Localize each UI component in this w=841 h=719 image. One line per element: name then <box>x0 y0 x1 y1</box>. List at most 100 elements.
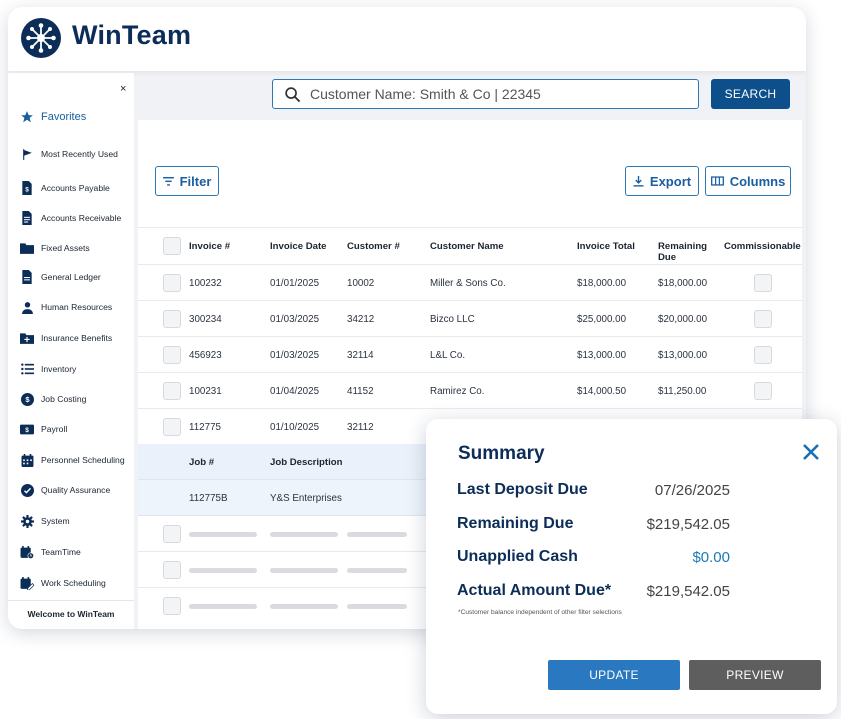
customer-number: 32114 <box>347 350 374 361</box>
document-icon <box>20 211 34 225</box>
invoice-total: $18,000.00 <box>577 278 627 289</box>
invoice-number: 300234 <box>189 314 222 325</box>
sidebar-item-inventory[interactable]: Inventory <box>20 359 76 379</box>
sidebar-item-label: Human Resources <box>41 302 113 312</box>
sidebar-item-fixed-assets[interactable]: Fixed Assets <box>20 238 90 258</box>
gear-icon <box>20 514 34 528</box>
filter-label: Filter <box>179 173 212 189</box>
filter-button[interactable]: Filter <box>155 166 219 196</box>
sidebar-item-label: Payroll <box>41 424 68 434</box>
invoice-date: 01/03/2025 <box>270 314 320 325</box>
remaining-due-label: Remaining Due <box>457 515 574 532</box>
invoice-date: 01/03/2025 <box>270 350 320 361</box>
download-icon <box>633 175 644 187</box>
commissionable-checkbox[interactable] <box>754 310 772 328</box>
skeleton-bar <box>270 532 338 537</box>
sidebar-item-most-recently-used[interactable]: Most Recently Used <box>20 144 118 164</box>
sidebar-favorites[interactable]: Favorites <box>20 107 86 127</box>
last-deposit-due-value: 07/26/2025 <box>654 482 730 499</box>
close-icon[interactable] <box>802 443 820 461</box>
row-checkbox[interactable] <box>163 310 181 328</box>
column-header-invoice[interactable]: Invoice # <box>189 241 230 252</box>
column-header-job-description[interactable]: Job Description <box>270 457 343 468</box>
sidebar-item-work-scheduling[interactable]: Work Scheduling <box>20 573 106 593</box>
skeleton-bar <box>189 532 257 537</box>
customer-name: Ramirez Co. <box>430 386 485 397</box>
sidebar-close-icon[interactable]: × <box>120 83 126 95</box>
sidebar-item-system[interactable]: System <box>20 511 70 531</box>
customer-name: L&L Co. <box>430 350 466 361</box>
unapplied-cash-value[interactable]: $0.00 <box>692 549 730 566</box>
remaining-due: $18,000.00 <box>658 278 708 289</box>
summary-title: Summary <box>458 443 545 464</box>
invoice-total: $13,000.00 <box>577 350 627 361</box>
search-button[interactable]: SEARCH <box>711 79 790 109</box>
flag-icon <box>20 147 34 161</box>
sidebar-divider <box>8 600 134 601</box>
skeleton-bar <box>347 532 407 537</box>
sidebar-item-accounts-payable[interactable]: $ Accounts Payable <box>20 178 110 198</box>
sidebar-item-payroll[interactable]: $ Payroll <box>20 419 67 439</box>
row-checkbox[interactable] <box>163 346 181 364</box>
list-icon <box>20 362 34 376</box>
invoice-total: $25,000.00 <box>577 314 627 325</box>
search-input[interactable] <box>310 86 680 102</box>
column-header-customer-number[interactable]: Customer # <box>347 241 400 252</box>
sidebar-item-human-resources[interactable]: Human Resources <box>20 297 112 317</box>
commissionable-checkbox[interactable] <box>754 274 772 292</box>
folder-plus-icon <box>20 331 34 345</box>
row-checkbox[interactable] <box>163 561 181 579</box>
export-button[interactable]: Export <box>625 166 699 196</box>
sidebar-item-label: Accounts Payable <box>41 183 110 193</box>
columns-button[interactable]: Columns <box>705 166 791 196</box>
select-all-checkbox[interactable] <box>163 237 181 255</box>
dollar-file-icon: $ <box>20 181 34 195</box>
person-icon <box>20 300 34 314</box>
table-row[interactable]: 100232 01/01/2025 10002 Miller & Sons Co… <box>138 265 802 301</box>
commissionable-checkbox[interactable] <box>754 382 772 400</box>
column-header-invoice-date[interactable]: Invoice Date <box>270 241 327 252</box>
column-header-job-number[interactable]: Job # <box>189 457 214 468</box>
customer-number: 32112 <box>347 422 374 433</box>
invoice-number: 100231 <box>189 386 222 397</box>
actual-amount-due-value: $219,542.05 <box>646 583 730 600</box>
sidebar-item-personnel-scheduling[interactable]: Personnel Scheduling <box>20 450 125 470</box>
sidebar-item-job-costing[interactable]: $ Job Costing <box>20 389 86 409</box>
row-checkbox[interactable] <box>163 382 181 400</box>
ledger-icon <box>20 270 34 284</box>
sidebar-item-accounts-receivable[interactable]: Accounts Receivable <box>20 208 121 228</box>
folder-icon <box>20 241 34 255</box>
summary-footnote: *Customer balance independent of other f… <box>458 609 622 616</box>
columns-icon <box>710 176 724 186</box>
skeleton-bar <box>189 568 257 573</box>
column-header-invoice-total[interactable]: Invoice Total <box>577 241 635 252</box>
skeleton-bar <box>189 604 257 609</box>
row-checkbox[interactable] <box>163 274 181 292</box>
top-bar: WinTeam <box>8 7 806 71</box>
table-row[interactable]: 456923 01/03/2025 32114 L&L Co. $13,000.… <box>138 337 802 373</box>
columns-label: Columns <box>729 173 786 189</box>
table-row[interactable]: 100231 01/04/2025 41152 Ramirez Co. $14,… <box>138 373 802 409</box>
welcome-text: Welcome to WinTeam <box>27 609 115 619</box>
sidebar-item-general-ledger[interactable]: General Ledger <box>20 267 101 287</box>
table-header: Invoice # Invoice Date Customer # Custom… <box>138 227 802 265</box>
sidebar-item-label: Inventory <box>41 364 77 374</box>
sidebar-item-label: Insurance Benefits <box>41 333 113 343</box>
row-checkbox[interactable] <box>163 418 181 436</box>
commissionable-checkbox[interactable] <box>754 346 772 364</box>
unapplied-cash-label: Unapplied Cash <box>457 548 578 565</box>
row-checkbox[interactable] <box>163 597 181 615</box>
preview-button[interactable]: PREVIEW <box>689 660 821 690</box>
skeleton-bar <box>270 604 338 609</box>
sidebar-item-quality-assurance[interactable]: Quality Assurance <box>20 480 110 500</box>
column-header-commissionable[interactable]: Commissionable <box>724 241 801 252</box>
table-row[interactable]: 300234 01/03/2025 34212 Bizco LLC $25,00… <box>138 301 802 337</box>
sidebar-item-insurance-benefits[interactable]: Insurance Benefits <box>20 328 112 348</box>
update-button[interactable]: UPDATE <box>548 660 680 690</box>
dollar-circle-icon: $ <box>20 392 34 406</box>
column-header-remaining-due[interactable]: Remaining Due <box>658 241 714 263</box>
row-checkbox[interactable] <box>163 525 181 543</box>
sidebar-item-teamtime[interactable]: TeamTime <box>20 542 81 562</box>
column-header-customer-name[interactable]: Customer Name <box>430 241 504 252</box>
job-description: Y&S Enterprises <box>270 493 342 504</box>
